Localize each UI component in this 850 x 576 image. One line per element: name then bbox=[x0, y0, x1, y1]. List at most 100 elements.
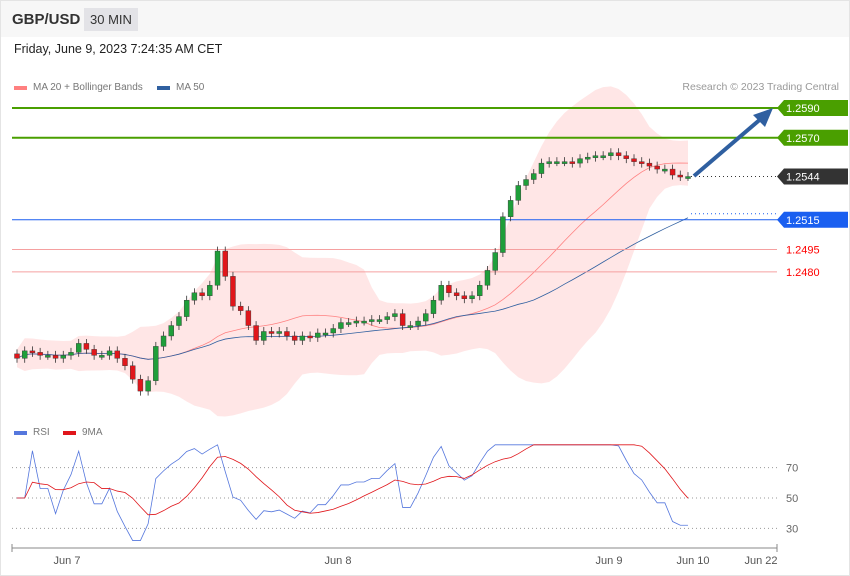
candle bbox=[29, 350, 36, 354]
candle bbox=[99, 355, 105, 358]
candle bbox=[330, 328, 336, 334]
candle bbox=[145, 380, 151, 392]
candle bbox=[561, 161, 568, 164]
candle bbox=[168, 325, 174, 337]
candle bbox=[114, 350, 120, 359]
level-label: 1.2590 bbox=[786, 103, 820, 115]
x-tick-label: Jun 7 bbox=[54, 555, 81, 567]
candle bbox=[153, 346, 159, 381]
candle bbox=[685, 176, 691, 179]
level-label: 1.2515 bbox=[786, 215, 820, 227]
candle bbox=[438, 285, 444, 301]
candle bbox=[430, 300, 437, 314]
candle bbox=[554, 161, 560, 164]
candle bbox=[268, 331, 275, 334]
candle bbox=[291, 335, 298, 341]
candle bbox=[299, 335, 306, 341]
candle bbox=[523, 179, 529, 186]
candle bbox=[623, 155, 629, 159]
candle bbox=[14, 353, 20, 359]
candle bbox=[207, 285, 213, 296]
candle bbox=[60, 355, 66, 359]
level-label: 1.2480 bbox=[786, 267, 820, 279]
candle bbox=[507, 200, 514, 217]
candle bbox=[477, 285, 483, 296]
x-tick-label: Jun 8 bbox=[325, 555, 352, 567]
candle bbox=[237, 305, 244, 311]
rsi-line bbox=[17, 444, 688, 541]
candle bbox=[353, 320, 360, 324]
candle bbox=[399, 313, 406, 326]
candle bbox=[160, 335, 167, 347]
candle bbox=[106, 350, 113, 356]
candle bbox=[500, 216, 506, 253]
candle bbox=[384, 316, 390, 320]
candle bbox=[261, 331, 267, 341]
level-label: 1.2570 bbox=[786, 133, 820, 145]
price-chart: 1.2590 1.2570 1.2544 1.2515 1.2495 1.2480 70 50… bbox=[11, 86, 848, 567]
candle bbox=[199, 292, 205, 296]
candle bbox=[83, 343, 90, 350]
candle bbox=[639, 161, 645, 164]
candle bbox=[469, 295, 475, 299]
candle bbox=[423, 313, 429, 322]
candle bbox=[669, 168, 676, 176]
x-tick-label: Jun 10 bbox=[676, 555, 709, 567]
chart-widget: GBP/USD 30 MIN Friday, June 9, 2023 7:24… bbox=[0, 0, 850, 576]
candle bbox=[245, 310, 252, 326]
candle bbox=[407, 325, 414, 328]
candle bbox=[531, 173, 537, 180]
candle bbox=[461, 295, 468, 299]
level-label: 1.2495 bbox=[786, 245, 820, 257]
candle bbox=[484, 270, 491, 286]
candle bbox=[415, 320, 421, 326]
x-tick-label: Jun 22 bbox=[744, 555, 777, 567]
candle bbox=[222, 250, 228, 277]
candle bbox=[608, 152, 614, 156]
candle bbox=[615, 152, 622, 156]
rsi-tick-label: 70 bbox=[786, 463, 798, 475]
candle bbox=[361, 320, 367, 324]
candle bbox=[52, 355, 59, 359]
forecast-arrow bbox=[692, 115, 765, 178]
candle bbox=[76, 343, 82, 353]
candle bbox=[22, 350, 28, 359]
rsi-tick-label: 50 bbox=[786, 493, 798, 505]
candle bbox=[592, 155, 599, 158]
candle bbox=[453, 292, 460, 296]
candle bbox=[338, 322, 344, 329]
rsi-ma-line bbox=[17, 444, 689, 516]
candle bbox=[91, 349, 97, 356]
candle bbox=[585, 156, 591, 160]
candle bbox=[492, 252, 498, 271]
candle bbox=[654, 165, 660, 170]
candle bbox=[137, 378, 144, 392]
candle bbox=[345, 322, 352, 325]
candle bbox=[129, 365, 136, 380]
candle bbox=[214, 250, 221, 286]
candle bbox=[515, 185, 522, 201]
candle bbox=[253, 325, 259, 341]
candle bbox=[176, 316, 182, 326]
candle bbox=[538, 162, 545, 174]
candle bbox=[376, 319, 383, 322]
candle bbox=[68, 352, 74, 356]
candle bbox=[230, 276, 236, 307]
candle bbox=[284, 331, 290, 337]
candle bbox=[546, 161, 552, 164]
candle bbox=[122, 358, 128, 366]
candle bbox=[577, 158, 583, 164]
bollinger-band bbox=[17, 86, 688, 417]
candle bbox=[37, 352, 43, 356]
x-tick-label: Jun 9 bbox=[596, 555, 623, 567]
candle bbox=[276, 331, 282, 334]
candle bbox=[677, 174, 683, 178]
candle bbox=[191, 292, 198, 301]
candle bbox=[183, 300, 190, 317]
candle bbox=[569, 161, 576, 164]
candle bbox=[322, 332, 329, 336]
candle bbox=[315, 332, 321, 338]
candle bbox=[369, 319, 375, 322]
candle bbox=[631, 158, 637, 162]
rsi-tick-label: 30 bbox=[786, 523, 798, 535]
